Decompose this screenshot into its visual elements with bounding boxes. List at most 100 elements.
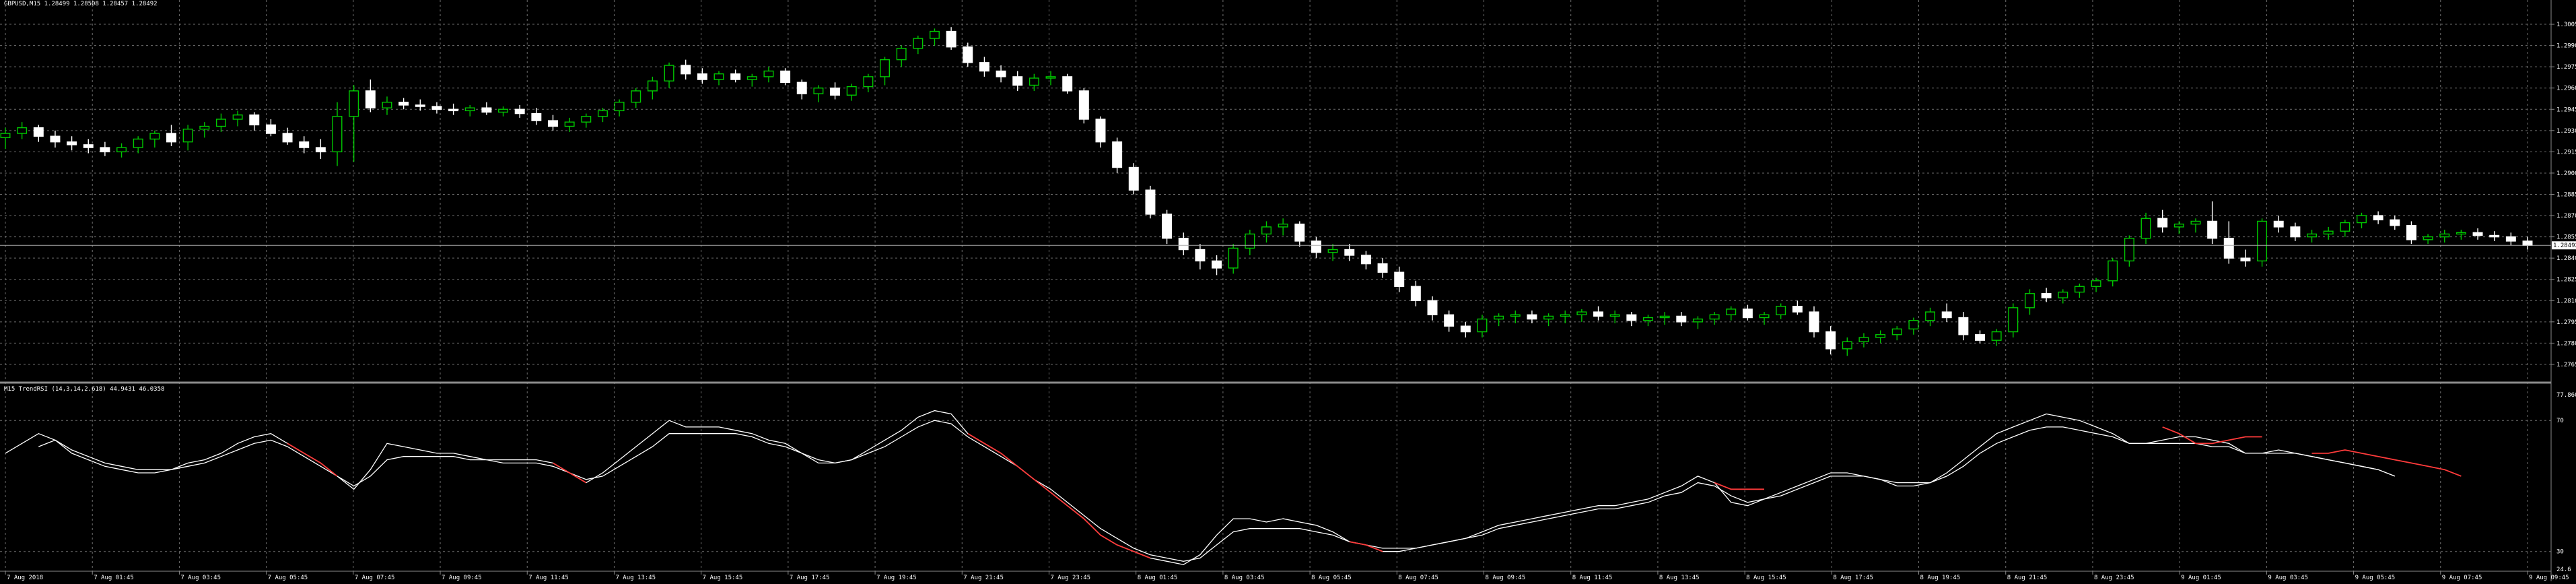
price-tick-label: 1.2930 <box>2556 128 2576 135</box>
bull-candle <box>1908 320 1919 330</box>
indicator-scale-label: 30 <box>2556 549 2564 556</box>
bull-candle <box>2140 218 2151 239</box>
bull-candle <box>647 80 658 92</box>
bear-candle <box>2207 220 2218 239</box>
time-tick-label: 8 Aug 19:45 <box>1920 575 1961 581</box>
bear-candle <box>1527 314 1537 320</box>
bear-candle <box>1095 119 1106 143</box>
bear-candle <box>100 147 110 153</box>
bear-candle <box>481 107 492 113</box>
bull-candle <box>1891 328 1902 335</box>
bull-candle <box>1726 309 1737 316</box>
bull-candle <box>713 73 724 80</box>
bull-candle <box>2024 293 2035 309</box>
bear-candle <box>796 82 807 94</box>
time-tick-label: 8 Aug 13:45 <box>1659 575 1700 581</box>
bull-candle <box>1692 318 1703 323</box>
time-tick-label: 8 Aug 09:45 <box>1486 575 1526 581</box>
bull-candle <box>2074 286 2085 293</box>
time-tick-label: 7 Aug 01:45 <box>94 575 134 581</box>
time-tick-label: 8 Aug 17:45 <box>1833 575 1873 581</box>
time-tick-label: 7 Aug 03:45 <box>180 575 221 581</box>
bull-candle <box>1858 337 1869 343</box>
price-tick-label: 1.2780 <box>2556 340 2576 347</box>
bull-candle <box>0 133 11 139</box>
main-window-title: GBPUSD,M15 1.28499 1.28508 1.28457 1.284… <box>4 1 158 7</box>
bull-candle <box>1543 315 1554 320</box>
bear-candle <box>2290 226 2301 238</box>
bull-candle <box>1576 311 1587 316</box>
time-tick-label: 9 Aug 03:45 <box>2268 575 2308 581</box>
bear-candle <box>697 73 707 80</box>
bear-candle <box>1975 334 1985 341</box>
time-tick-label: 7 Aug 21:45 <box>963 575 1004 581</box>
bear-candle <box>265 124 276 134</box>
time-tick-label: 9 Aug 09:45 <box>2529 575 2569 581</box>
bear-candle <box>1410 286 1421 301</box>
bull-candle <box>597 110 608 117</box>
bear-candle <box>1360 255 1371 265</box>
bull-candle <box>2439 233 2450 238</box>
bull-candle <box>2423 236 2433 240</box>
indicator-window-title: M15 TrendRSI (14,3,14,2.618) 44.9431 46.… <box>4 386 164 393</box>
bear-candle <box>548 120 558 127</box>
bear-candle <box>1809 311 1819 333</box>
bull-candle <box>1045 76 1056 79</box>
bear-candle <box>830 88 841 96</box>
time-tick-label: 9 Aug 01:45 <box>2181 575 2221 581</box>
bull-candle <box>896 48 907 61</box>
price-tick-label: 1.2870 <box>2556 213 2576 220</box>
bull-candle <box>1709 314 1720 320</box>
time-tick-label: 7 Aug 23:45 <box>1050 575 1090 581</box>
price-chart[interactable]: 1.28492 GBPUSD,M15 1.28499 1.28508 1.284… <box>0 0 2576 581</box>
bull-candle <box>1609 314 1620 317</box>
bull-candle <box>913 38 924 49</box>
bear-candle <box>2041 293 2052 298</box>
bull-candle <box>1029 77 1039 86</box>
time-tick-label: 7 Aug 15:45 <box>703 575 743 581</box>
bull-candle <box>2357 215 2367 224</box>
bull-candle <box>846 86 857 96</box>
bull-candle <box>199 125 210 130</box>
bear-candle <box>2522 240 2533 246</box>
time-tick-label: 7 Aug 2018 <box>7 575 43 581</box>
bear-candle <box>1427 300 1438 316</box>
bear-candle <box>1344 249 1355 256</box>
bull-candle <box>2091 280 2101 287</box>
time-tick-label: 8 Aug 23:45 <box>2094 575 2134 581</box>
bear-candle <box>2157 218 2168 228</box>
bear-candle <box>365 90 376 108</box>
bull-candle <box>2058 291 2068 298</box>
bull-candle <box>863 76 874 88</box>
bear-candle <box>514 108 525 115</box>
bear-candle <box>1294 223 1305 242</box>
bear-candle <box>1212 260 1222 269</box>
bear-candle <box>1128 166 1139 191</box>
bear-candle <box>1626 314 1637 321</box>
bear-candle <box>1958 317 1969 335</box>
bear-candle <box>50 135 61 143</box>
bull-candle <box>1925 311 1936 321</box>
bull-candle <box>1510 314 1521 317</box>
price-tick-label: 1.2810 <box>2556 298 2576 304</box>
bull-candle <box>349 90 359 117</box>
price-tick-label: 1.2915 <box>2556 149 2576 156</box>
bear-candle <box>67 141 77 145</box>
bull-candle <box>2124 238 2134 262</box>
bear-candle <box>1825 331 1836 350</box>
bear-candle <box>1062 76 1073 92</box>
bear-candle <box>1394 271 1405 287</box>
bull-candle <box>929 30 940 39</box>
bear-candle <box>2472 232 2483 236</box>
bull-candle <box>1991 331 2002 341</box>
bear-candle <box>398 102 409 106</box>
bull-candle <box>2323 230 2334 235</box>
time-tick-label: 9 Aug 07:45 <box>2442 575 2482 581</box>
bull-candle <box>564 121 575 127</box>
bull-candle <box>2190 220 2201 225</box>
price-tick-label: 1.2945 <box>2556 106 2576 113</box>
bull-candle <box>464 107 475 112</box>
time-tick-label: 8 Aug 07:45 <box>1398 575 1438 581</box>
bear-candle <box>299 141 310 148</box>
bull-candle <box>1659 315 1670 319</box>
